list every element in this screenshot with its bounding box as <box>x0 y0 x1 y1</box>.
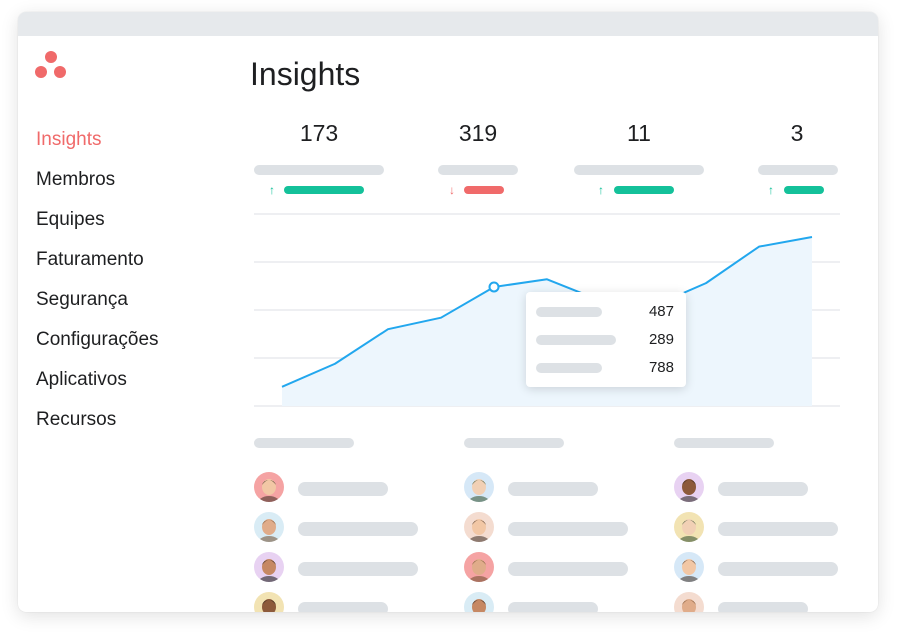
column-header-placeholder <box>254 438 354 448</box>
trend-bar-down <box>464 186 504 194</box>
tooltip-row: 289 <box>526 330 686 350</box>
stat-value: 173 <box>299 120 339 146</box>
chart-data-point[interactable] <box>279 384 285 390</box>
tooltip-label-placeholder <box>536 363 602 373</box>
chart-data-point[interactable] <box>385 326 391 332</box>
member-name-placeholder <box>298 562 418 576</box>
stat-label-placeholder <box>574 165 704 175</box>
member-name-placeholder <box>508 482 598 496</box>
member-name-placeholder <box>718 602 808 612</box>
chart-data-point[interactable] <box>544 276 550 282</box>
member-name-placeholder <box>718 562 838 576</box>
tooltip-value: 487 <box>648 303 674 320</box>
arrow-down-icon: ↓ <box>449 183 455 197</box>
member-name-placeholder <box>718 482 808 496</box>
trend-bar-up <box>284 186 364 194</box>
chart-tooltip: 487 289 788 <box>526 292 686 387</box>
arrow-up-icon: ↑ <box>598 183 604 197</box>
sidebar-nav: Insights Membros Equipes Faturamento Seg… <box>36 126 159 446</box>
chart-data-point[interactable] <box>332 361 338 367</box>
sidebar-item-equipes[interactable]: Equipes <box>36 206 159 246</box>
chart-data-point[interactable] <box>809 234 815 240</box>
page-title: Insights <box>250 56 361 92</box>
arrow-up-icon: ↑ <box>768 183 774 197</box>
sidebar-item-faturamento[interactable]: Faturamento <box>36 246 159 286</box>
sidebar-item-membros[interactable]: Membros <box>36 166 159 206</box>
avatar-7-avatar[interactable] <box>464 552 494 582</box>
tooltip-value: 289 <box>648 331 674 348</box>
avatar-2-avatar[interactable] <box>254 512 284 542</box>
stat-value: 319 <box>458 120 498 146</box>
stat-value: 11 <box>627 120 651 146</box>
arrow-up-icon: ↑ <box>269 183 275 197</box>
trend-bar-up <box>614 186 674 194</box>
avatar-10-avatar[interactable] <box>674 512 704 542</box>
avatar-12-avatar[interactable] <box>674 592 704 612</box>
member-name-placeholder <box>718 522 838 536</box>
sidebar-item-recursos[interactable]: Recursos <box>36 406 159 446</box>
avatar-1-avatar[interactable] <box>254 472 284 502</box>
member-name-placeholder <box>508 562 628 576</box>
tooltip-row: 487 <box>526 302 686 322</box>
avatar-9-avatar[interactable] <box>674 472 704 502</box>
avatar-11-avatar[interactable] <box>674 552 704 582</box>
member-name-placeholder <box>298 482 388 496</box>
asana-logo-icon[interactable] <box>35 51 67 81</box>
avatar-5-avatar[interactable] <box>464 472 494 502</box>
stat-value: 3 <box>790 120 804 146</box>
chart-highlighted-point[interactable] <box>488 281 500 293</box>
avatar-4-avatar[interactable] <box>254 592 284 612</box>
stat-label-placeholder <box>438 165 518 175</box>
member-name-placeholder <box>298 522 418 536</box>
tooltip-label-placeholder <box>536 307 602 317</box>
sidebar-item-configuracoes[interactable]: Configurações <box>36 326 159 366</box>
sidebar-item-seguranca[interactable]: Segurança <box>36 286 159 326</box>
tooltip-value: 788 <box>648 359 674 376</box>
sidebar-item-aplicativos[interactable]: Aplicativos <box>36 366 159 406</box>
trend-bar-up <box>784 186 824 194</box>
app-window: Insights Membros Equipes Faturamento Seg… <box>18 12 878 612</box>
avatar-8-avatar[interactable] <box>464 592 494 612</box>
tooltip-label-placeholder <box>536 335 616 345</box>
member-name-placeholder <box>508 522 628 536</box>
sidebar-item-insights[interactable]: Insights <box>36 126 159 166</box>
stat-label-placeholder <box>758 165 838 175</box>
chart-data-point[interactable] <box>438 315 444 321</box>
avatar-6-avatar[interactable] <box>464 512 494 542</box>
column-header-placeholder <box>674 438 774 448</box>
chart-data-point[interactable] <box>703 280 709 286</box>
stat-label-placeholder <box>254 165 384 175</box>
member-name-placeholder <box>508 602 598 612</box>
member-name-placeholder <box>298 602 388 612</box>
column-header-placeholder <box>464 438 564 448</box>
avatar-3-avatar[interactable] <box>254 552 284 582</box>
tooltip-row: 788 <box>526 358 686 378</box>
chart-data-point[interactable] <box>756 244 762 250</box>
window-titlebar <box>18 12 878 36</box>
